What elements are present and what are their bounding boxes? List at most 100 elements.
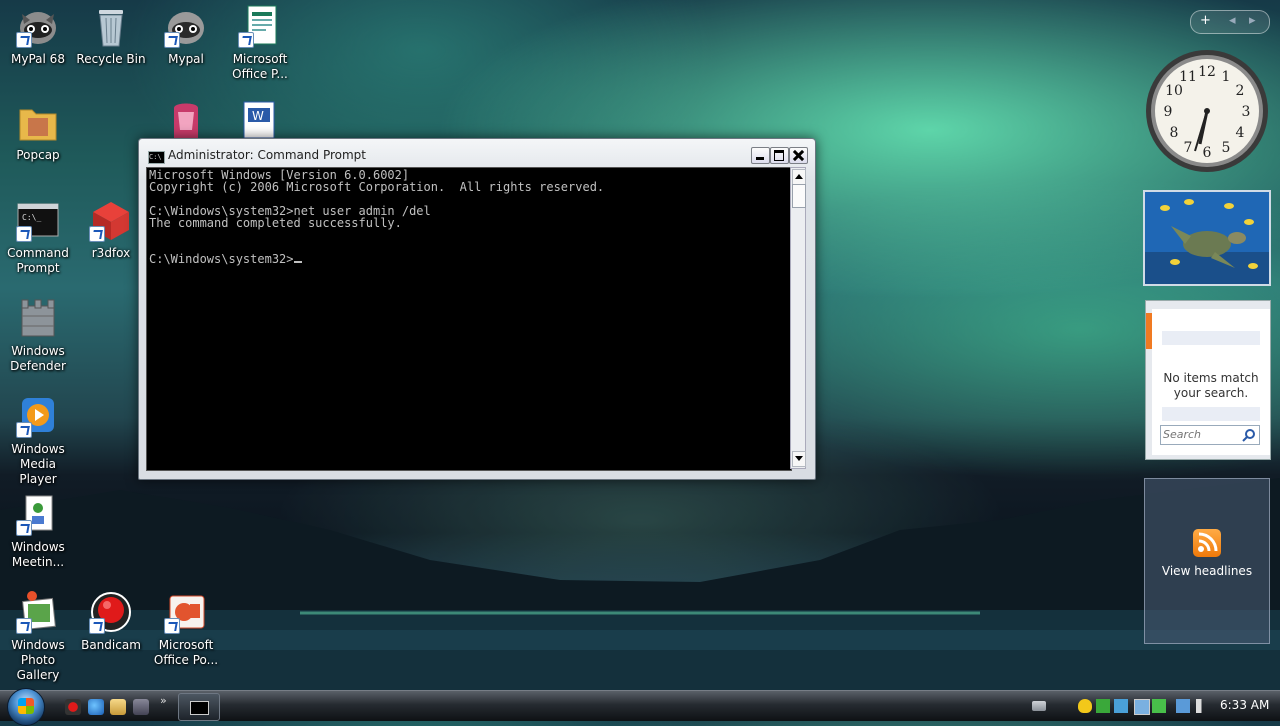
desktop-icon-bandicam[interactable]: Bandicam — [73, 590, 149, 653]
shortcut-arrow-icon — [16, 32, 32, 48]
bandicam-quicklaunch-icon[interactable] — [65, 699, 81, 715]
desktop-icon-label: Mypal — [168, 52, 204, 66]
record-icon — [89, 590, 133, 634]
next-page-button[interactable]: ▸ — [1249, 13, 1256, 28]
safely-remove-icon[interactable] — [1152, 699, 1166, 713]
previous-page-button[interactable]: ◂ — [1229, 13, 1236, 28]
svg-text:W: W — [252, 109, 264, 123]
recycle-bin-icon — [89, 4, 133, 48]
monitor-icon[interactable] — [1134, 699, 1150, 715]
office-access-icon — [174, 103, 198, 138]
desktop-icon-popcap[interactable]: Popcap — [0, 100, 76, 163]
clock-numeral: 5 — [1222, 140, 1231, 156]
feed-stripe — [1162, 407, 1260, 421]
green-flag-icon[interactable] — [1096, 699, 1110, 713]
media-player-icon — [16, 394, 60, 438]
minimize-button[interactable] — [751, 147, 770, 164]
clock-gadget[interactable]: 12 1 2 3 4 5 6 7 8 9 10 11 — [1144, 48, 1270, 174]
shortcut-arrow-icon — [164, 618, 180, 634]
volume-icon[interactable] — [1196, 699, 1210, 713]
add-gadget-button[interactable]: + — [1200, 13, 1211, 28]
console-output[interactable]: Microsoft Windows [Version 6.0.6002] Cop… — [146, 167, 792, 471]
desktop-icon-mypal[interactable]: Mypal — [148, 4, 224, 67]
terminal-icon — [190, 701, 209, 715]
raccoon-icon — [164, 4, 208, 48]
clock-numeral: 8 — [1170, 125, 1179, 141]
window-titlebar[interactable]: C:\ Administrator: Command Prompt — [139, 139, 815, 167]
quicklaunch-overflow-icon[interactable]: » — [160, 694, 167, 707]
desktop-icon-windows-media-player[interactable]: Windows Media Player — [0, 394, 76, 487]
desktop-icon-label: MyPal 68 — [11, 52, 65, 66]
keyboard-icon[interactable] — [1032, 701, 1046, 711]
desktop-icon-office-publisher[interactable]: Microsoft Office P... — [222, 4, 298, 82]
feed-stripe — [1162, 331, 1260, 345]
shortcut-arrow-icon — [16, 618, 32, 634]
feed-search-input[interactable] — [1161, 426, 1251, 442]
shortcut-arrow-icon — [16, 520, 32, 536]
feed-headlines-gadget[interactable]: No items match your search. — [1145, 300, 1271, 460]
desktop-icon-windows-photo-gallery[interactable]: Windows Photo Gallery — [0, 590, 76, 683]
desktop-icon-label: Popcap — [16, 148, 60, 162]
clock-numeral: 10 — [1165, 83, 1183, 99]
desktop-icon-partial-access[interactable] — [164, 100, 208, 138]
view-headlines-link[interactable]: View headlines — [1145, 564, 1269, 578]
network-icon[interactable] — [1114, 699, 1128, 713]
vertical-scrollbar[interactable] — [790, 167, 806, 469]
console-line: Copyright (c) 2006 Microsoft Corporation… — [149, 180, 605, 194]
clock-numeral: 11 — [1179, 69, 1197, 85]
desktop-icon-partial-word[interactable]: W — [238, 100, 282, 139]
terminal-icon: C:\ — [148, 151, 165, 164]
sea-turtle-photo — [1145, 192, 1269, 284]
scroll-down-button[interactable] — [792, 451, 806, 467]
scroll-thumb[interactable] — [792, 184, 806, 208]
sidebar-controls: + ◂ ▸ — [1190, 10, 1270, 34]
internet-explorer-icon[interactable] — [88, 699, 104, 715]
taskbar-clock[interactable]: 6:33 AM — [1220, 698, 1269, 712]
no-items-message: No items match your search. — [1163, 371, 1259, 400]
taskbar: » 6:33 AM — [0, 688, 1280, 726]
view-headlines-gadget[interactable]: View headlines — [1144, 478, 1270, 644]
clock-numeral: 7 — [1184, 140, 1193, 156]
office-word-icon: W — [243, 101, 275, 139]
desktop-icon-label: Windows Photo Gallery — [11, 638, 65, 682]
text-cursor — [293, 261, 302, 263]
desktop-icon-label: Windows Defender — [10, 344, 66, 373]
console-text: Microsoft Windows [Version 6.0.6002] Cop… — [147, 168, 791, 266]
shortcut-arrow-icon — [16, 422, 32, 438]
close-button[interactable] — [789, 147, 808, 164]
feed-search-box[interactable] — [1160, 425, 1260, 445]
photo-gallery-icon — [16, 590, 60, 634]
feed-panel-body: No items match your search. — [1152, 309, 1270, 455]
desktop-icon-recycle-bin[interactable]: Recycle Bin — [73, 4, 149, 67]
raccoon-icon — [16, 4, 60, 48]
slideshow-gadget[interactable] — [1143, 190, 1271, 286]
search-icon[interactable] — [1242, 428, 1256, 442]
desktop-icon-windows-defender[interactable]: Windows Defender — [0, 296, 76, 374]
maximize-button[interactable] — [770, 147, 789, 164]
desktop-icon-label: Bandicam — [81, 638, 141, 652]
shortcut-arrow-icon — [238, 32, 254, 48]
clock-numeral: 12 — [1198, 64, 1216, 80]
rss-icon — [1193, 529, 1221, 557]
desktop-icon-mypal68[interactable]: MyPal 68 — [0, 4, 76, 67]
switch-windows-icon[interactable] — [133, 699, 149, 715]
security-shield-icon[interactable] — [1078, 699, 1092, 713]
shortcut-arrow-icon — [89, 618, 105, 634]
show-desktop-icon[interactable] — [110, 699, 126, 715]
network-connection-icon[interactable] — [1176, 699, 1190, 713]
feed-accent-bar — [1146, 313, 1152, 349]
scroll-up-button[interactable] — [792, 169, 806, 185]
desktop-icon-label: Command Prompt — [7, 246, 69, 275]
desktop-icon-windows-meeting[interactable]: Windows Meetin... — [0, 492, 76, 570]
desktop-icon-office-powerpoint[interactable]: Microsoft Office Po... — [148, 590, 224, 668]
shortcut-arrow-icon — [16, 226, 32, 242]
clock-numeral: 2 — [1236, 83, 1245, 99]
powerpoint-icon — [164, 590, 208, 634]
terminal-icon: C:\_ — [16, 198, 60, 242]
svg-text:C:\_: C:\_ — [22, 213, 41, 222]
desktop-icon-command-prompt[interactable]: C:\_ Command Prompt — [0, 198, 76, 276]
command-prompt-window[interactable]: C:\ Administrator: Command Prompt Micros… — [138, 138, 816, 480]
shortcut-arrow-icon — [164, 32, 180, 48]
taskbar-button-command-prompt[interactable] — [178, 693, 220, 721]
start-button[interactable] — [7, 688, 45, 726]
